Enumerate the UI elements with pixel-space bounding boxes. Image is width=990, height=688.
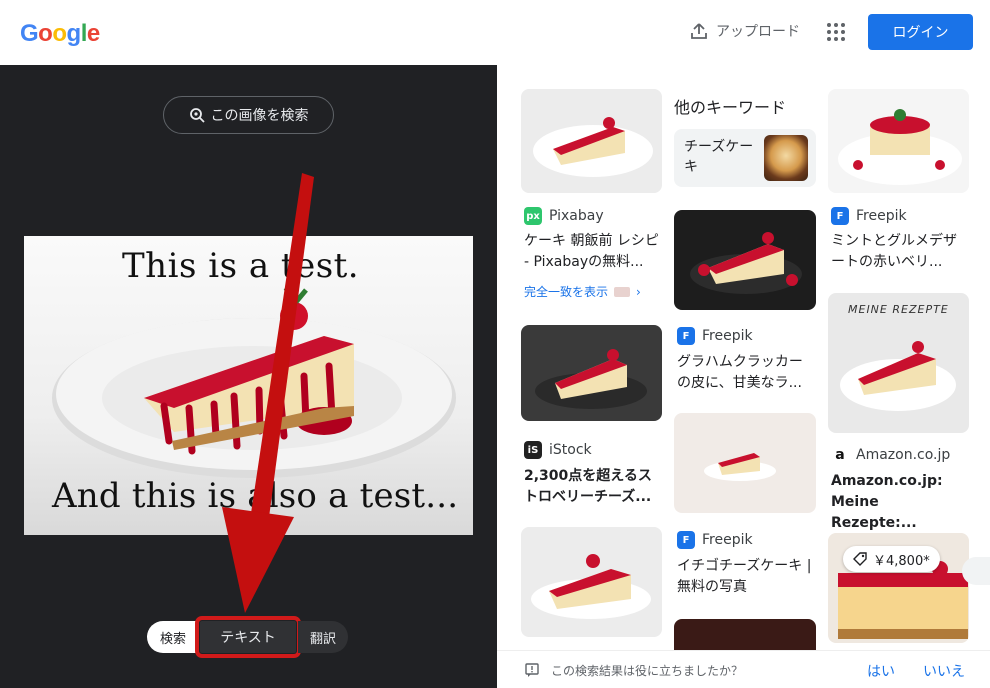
logo-letter: g bbox=[66, 20, 82, 47]
mode-text-tab[interactable]: テキスト bbox=[195, 616, 301, 658]
keyword-thumbnail bbox=[764, 135, 808, 181]
freepik-icon: F bbox=[677, 327, 695, 345]
result-thumbnail[interactable] bbox=[674, 210, 816, 310]
result-source[interactable]: iS iStock bbox=[524, 441, 592, 459]
exact-match-link[interactable]: 完全一致を表示 › bbox=[524, 283, 641, 300]
cake-image bbox=[531, 554, 651, 619]
pixabay-icon: px bbox=[524, 207, 542, 225]
logo-letter: o bbox=[38, 20, 53, 47]
source-label: Freepik bbox=[856, 208, 907, 224]
other-keywords-title: 他のキーワード bbox=[674, 98, 787, 117]
result-thumbnail[interactable]: MEINE REZEPTE bbox=[828, 293, 969, 433]
upload-button[interactable]: アップロード bbox=[690, 21, 800, 41]
result-source[interactable]: px Pixabay bbox=[524, 207, 604, 225]
login-button[interactable]: ログイン bbox=[868, 14, 973, 50]
cake-image bbox=[533, 117, 653, 177]
red-arrow-annotation bbox=[222, 173, 314, 613]
mode-translate-tab[interactable]: 翻訳 bbox=[298, 621, 348, 653]
source-label: Pixabay bbox=[549, 208, 604, 224]
result-title[interactable]: Amazon.co.jp: Meine Rezepte:... bbox=[831, 471, 969, 534]
feedback-icon bbox=[525, 663, 539, 677]
mode-search-tab[interactable]: 検索 bbox=[147, 621, 199, 653]
feedback-bar: この検索結果は役に立ちましたか？ はい いいえ bbox=[497, 650, 990, 688]
result-thumbnail[interactable] bbox=[521, 89, 662, 193]
apps-grid-icon[interactable] bbox=[826, 22, 846, 42]
result-source[interactable]: F Freepik bbox=[677, 327, 753, 345]
price-tag-icon bbox=[853, 552, 867, 566]
freepik-icon: F bbox=[831, 207, 849, 225]
feedback-no-button[interactable]: いいえ bbox=[923, 661, 965, 681]
upload-label: アップロード bbox=[716, 24, 800, 40]
freepik-icon: F bbox=[677, 531, 695, 549]
result-thumbnail[interactable] bbox=[674, 413, 816, 513]
result-thumbnail[interactable] bbox=[521, 527, 662, 637]
istock-icon: iS bbox=[524, 441, 542, 459]
logo-letter: o bbox=[52, 20, 67, 47]
side-panel-handle[interactable] bbox=[962, 557, 990, 585]
header: Google アップロード ログイン bbox=[0, 0, 990, 65]
exact-match-label: 完全一致を表示 bbox=[524, 285, 609, 299]
source-label: iStock bbox=[549, 442, 592, 458]
source-label: Amazon.co.jp bbox=[856, 447, 951, 463]
logo-letter: G bbox=[20, 20, 39, 47]
source-label: Freepik bbox=[702, 328, 753, 344]
chevron-right-icon: › bbox=[636, 284, 641, 299]
result-source[interactable]: F Freepik bbox=[677, 531, 753, 549]
keyword-chip-cheesecake[interactable]: チーズケーキ bbox=[674, 129, 816, 187]
feedback-question: この検索結果は役に立ちましたか？ bbox=[551, 664, 744, 678]
keyword-label: チーズケーキ bbox=[684, 139, 754, 175]
result-title[interactable]: グラハムクラッカーの皮に、甘美なラ... bbox=[677, 352, 813, 394]
lens-image-panel: この画像を検索 This is a test. And this is also… bbox=[0, 65, 497, 688]
cake-image bbox=[838, 109, 962, 185]
result-title[interactable]: イチゴチーズケーキ | 無料の写真 bbox=[677, 556, 813, 598]
logo-letter: e bbox=[86, 20, 100, 47]
result-source[interactable]: a Amazon.co.jp bbox=[831, 446, 950, 464]
feedback-yes-button[interactable]: はい bbox=[867, 661, 895, 681]
result-title[interactable]: 2,300点を超えるストロベリーチーズ... bbox=[524, 466, 660, 508]
result-thumbnail[interactable] bbox=[828, 89, 969, 193]
cookbook-title-text: MEINE REZEPTE bbox=[848, 303, 949, 316]
price-label: ￥4,800* bbox=[873, 553, 930, 569]
result-title[interactable]: ケーキ 朝飯前 レシピ - Pixabayの無料... bbox=[524, 231, 660, 273]
cake-image bbox=[704, 453, 776, 481]
amazon-icon: a bbox=[831, 446, 849, 464]
source-label: Freepik bbox=[702, 532, 753, 548]
result-title[interactable]: ミントとグルメデザートの赤いベリ... bbox=[831, 231, 969, 273]
cake-image bbox=[690, 232, 802, 294]
upload-icon bbox=[691, 23, 707, 39]
exact-match-thumb-icon bbox=[614, 286, 631, 297]
google-logo[interactable]: Google bbox=[20, 20, 100, 48]
cake-image bbox=[535, 349, 647, 409]
price-badge: ￥4,800* bbox=[843, 546, 940, 572]
result-source[interactable]: F Freepik bbox=[831, 207, 907, 225]
result-thumbnail[interactable] bbox=[521, 325, 662, 421]
results-panel: px Pixabay ケーキ 朝飯前 レシピ - Pixabayの無料... 完… bbox=[497, 65, 990, 688]
